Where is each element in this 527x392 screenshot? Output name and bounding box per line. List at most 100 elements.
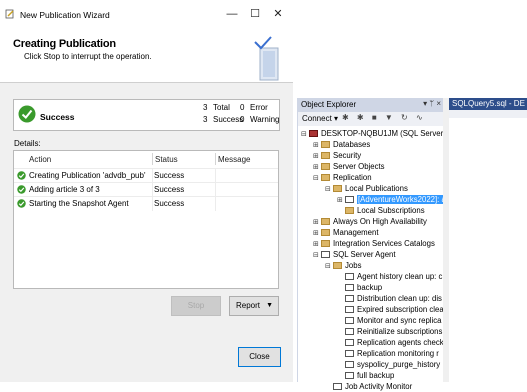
- tree-job[interactable]: full backup: [345, 371, 394, 381]
- column-header-status[interactable]: Status: [155, 155, 178, 164]
- tree-integration-services[interactable]: ⊞ Integration Services Catalogs: [313, 239, 435, 249]
- success-label: Success: [213, 115, 244, 124]
- collapse-icon[interactable]: ⊟: [325, 185, 333, 193]
- close-icon[interactable]: ✕: [268, 6, 288, 22]
- success-check-icon: [18, 105, 36, 123]
- tree-job[interactable]: Monitor and sync replica: [345, 316, 442, 326]
- column-header-message[interactable]: Message: [218, 155, 250, 164]
- total-label: Total: [213, 103, 230, 112]
- job-icon: [345, 317, 354, 324]
- editor-toolbar-strip: [449, 110, 527, 118]
- stop-button[interactable]: Stop: [171, 296, 221, 316]
- tree-job[interactable]: Replication agents check: [345, 338, 444, 348]
- cell-divider: [215, 183, 216, 197]
- tree-job[interactable]: backup: [345, 283, 382, 293]
- expand-icon[interactable]: ⊞: [313, 240, 321, 248]
- job-icon: [345, 361, 354, 368]
- folder-icon: [321, 141, 330, 148]
- tree-security[interactable]: ⊞ Security: [313, 151, 361, 161]
- summary-panel: Success 3 Total 0 Error 3 Success 0 Warn…: [13, 99, 280, 131]
- folder-icon: [321, 218, 330, 225]
- job-icon: [345, 339, 354, 346]
- panel-controls-icon[interactable]: ▾ ᛘ ×: [423, 99, 441, 108]
- close-button[interactable]: Close: [238, 347, 281, 367]
- row-status: Success: [154, 185, 185, 194]
- maximize-icon[interactable]: ☐: [245, 6, 265, 22]
- table-row[interactable]: Creating Publication 'advdb_pub' Success: [14, 168, 278, 183]
- collapse-icon[interactable]: ⊟: [325, 262, 333, 270]
- success-check-icon: [17, 171, 26, 180]
- total-count: 3: [203, 103, 208, 112]
- page-subtitle: Click Stop to interrupt the operation.: [24, 52, 152, 61]
- folder-icon: [321, 152, 330, 159]
- folder-icon: [333, 185, 342, 192]
- summary-status: Success: [40, 112, 75, 122]
- collapse-icon[interactable]: ⊟: [313, 174, 321, 182]
- wizard-graphic-icon: [254, 36, 279, 81]
- row-status: Success: [154, 199, 185, 208]
- warning-label: Warning: [250, 115, 280, 124]
- cell-divider: [152, 169, 153, 183]
- folder-icon: [321, 174, 330, 181]
- tree-server-objects[interactable]: ⊞ Server Objects: [313, 162, 385, 172]
- column-header-action[interactable]: Action: [29, 155, 51, 164]
- expand-icon[interactable]: ⊞: [313, 229, 321, 237]
- tree-local-publications[interactable]: ⊟ Local Publications: [325, 184, 408, 194]
- column-separator: [215, 153, 216, 165]
- object-explorer-title: Object Explorer: [301, 100, 357, 109]
- folder-icon: [321, 163, 330, 170]
- expand-icon[interactable]: ⊞: [313, 141, 321, 149]
- report-button[interactable]: Report ▼: [229, 296, 279, 316]
- tree-management[interactable]: ⊞ Management: [313, 228, 379, 238]
- table-row[interactable]: Starting the Snapshot Agent Success: [14, 196, 278, 211]
- row-status: Success: [154, 171, 185, 180]
- tree-job[interactable]: Distribution clean up: dis: [345, 294, 442, 304]
- tree-server-node[interactable]: ⊟ DESKTOP-NQBU1JM (SQL Server 16: [301, 129, 454, 139]
- window-titlebar: New Publication Wizard — ☐ ✕: [0, 0, 293, 30]
- connect-button[interactable]: Connect ▾: [302, 114, 338, 123]
- tree-job[interactable]: Agent history clean up: c: [345, 272, 442, 282]
- collapse-icon[interactable]: ⊟: [313, 251, 321, 259]
- query-tab[interactable]: SQLQuery5.sql - DE: [449, 98, 527, 110]
- success-count: 3: [203, 115, 208, 124]
- collapse-icon[interactable]: ⊟: [301, 130, 309, 138]
- tree-job-activity-monitor[interactable]: Job Activity Monitor: [333, 382, 412, 392]
- tree-job[interactable]: Replication monitoring r: [345, 349, 439, 359]
- object-explorer-toolbar: Connect ▾ ✱ ✱ ■ ▼ ↻ ∿: [298, 112, 444, 126]
- folder-icon: [345, 207, 354, 214]
- toolbar-icons[interactable]: ✱ ✱ ■ ▼ ↻ ∿: [342, 113, 426, 122]
- tree-job[interactable]: syspolicy_purge_history: [345, 360, 440, 370]
- cell-divider: [215, 169, 216, 183]
- job-icon: [345, 328, 354, 335]
- expand-icon[interactable]: ⊞: [313, 163, 321, 171]
- tree-jobs[interactable]: ⊟ Jobs: [325, 261, 361, 271]
- query-editor-area[interactable]: [449, 98, 527, 382]
- agent-icon: [321, 251, 330, 258]
- expand-icon[interactable]: ⊞: [337, 196, 345, 204]
- details-grid[interactable]: Action Status Message Creating Publicati…: [13, 150, 279, 289]
- tree-sql-server-agent[interactable]: ⊟ SQL Server Agent: [313, 250, 396, 260]
- publication-wizard-window: New Publication Wizard — ☐ ✕ Creating Pu…: [0, 0, 293, 382]
- expand-icon[interactable]: ⊞: [313, 152, 321, 160]
- tree-local-subscriptions[interactable]: Local Subscriptions: [337, 206, 425, 216]
- tree-job[interactable]: Expired subscription clea: [345, 305, 444, 315]
- error-count: 0: [240, 103, 245, 112]
- tree-publication-selected[interactable]: ⊞ [AdventureWorks2022]: a: [337, 195, 447, 205]
- tree-replication[interactable]: ⊟ Replication: [313, 173, 372, 183]
- wizard-header: Creating Publication Click Stop to inter…: [0, 30, 293, 83]
- cell-divider: [152, 197, 153, 211]
- tree-job[interactable]: Reinitialize subscriptions: [345, 327, 442, 337]
- page-title: Creating Publication: [13, 38, 116, 50]
- window-title: New Publication Wizard: [20, 10, 110, 20]
- tree-databases[interactable]: ⊞ Databases: [313, 140, 370, 150]
- row-action: Adding article 3 of 3: [29, 185, 100, 194]
- job-icon: [345, 306, 354, 313]
- job-icon: [345, 295, 354, 302]
- folder-icon: [333, 262, 342, 269]
- minimize-icon[interactable]: —: [222, 6, 242, 22]
- expand-icon[interactable]: ⊞: [313, 218, 321, 226]
- table-row[interactable]: Adding article 3 of 3 Success: [14, 182, 278, 197]
- report-button-label: Report: [236, 301, 261, 310]
- object-explorer-titlebar: Object Explorer ▾ ᛘ ×: [298, 98, 444, 112]
- tree-always-on[interactable]: ⊞ Always On High Availability: [313, 217, 427, 227]
